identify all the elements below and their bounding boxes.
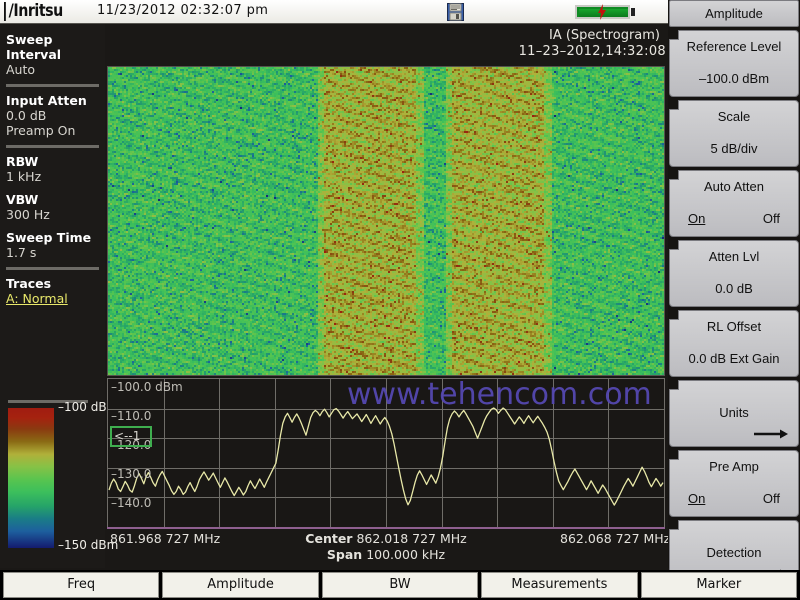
sweep-time-label: Sweep Time xyxy=(6,230,92,245)
toolbar-button-label: Amplitude xyxy=(207,577,274,592)
divider xyxy=(6,145,99,148)
softkey-value: 5 dB/div xyxy=(710,141,758,156)
toolbar-button-freq[interactable]: Freq xyxy=(3,572,160,598)
spectrum-trace-plot[interactable]: –100.0 dBm –110.0 –120.0 –130.0 –140.0 <… xyxy=(107,377,665,528)
softkey-value: –100.0 dBm xyxy=(698,71,770,86)
toolbar-button-label: Measurements xyxy=(511,577,608,592)
center-frequency-readout: Center 862.018 727 MHz xyxy=(107,531,665,546)
traces-label: Traces xyxy=(6,276,52,291)
sidebar-group-sweep-time: Sweep Time 1.7 s xyxy=(0,230,105,260)
toggle-on-option[interactable]: On xyxy=(688,491,705,506)
rbw-label: RBW xyxy=(6,154,39,169)
input-atten-value: 0.0 dB xyxy=(6,108,47,123)
y-label-4: –140.0 xyxy=(111,496,152,510)
system-datetime: 11/23/2012 02:32:07 pm xyxy=(97,3,269,18)
sweep-interval-value: Auto xyxy=(6,62,36,77)
watermark-text: www.tehencom.com xyxy=(347,377,652,412)
plot-bottom-rule xyxy=(107,527,665,529)
softkey-label: RL Offset xyxy=(706,319,762,334)
toolbar-button-bw[interactable]: BW xyxy=(321,572,479,598)
softkey-label: Pre Amp xyxy=(709,459,759,474)
toggle-on-option[interactable]: On xyxy=(688,211,705,226)
toolbar-button-measurements[interactable]: Measurements xyxy=(481,572,638,598)
bottom-toolbar: Freq Amplitude BW Measurements Marker xyxy=(0,570,800,600)
y-label-0: –100.0 dBm xyxy=(111,380,183,394)
softkey-pre-amp[interactable]: Pre Amp On Off xyxy=(669,450,799,517)
input-atten-label: Input Atten xyxy=(6,93,87,108)
sidebar-group-input-atten: Input Atten 0.0 dB Preamp On xyxy=(0,93,105,138)
divider xyxy=(6,267,99,270)
vbw-label: VBW xyxy=(6,192,39,207)
measurement-mode-label: IA (Spectrogram) xyxy=(549,28,660,43)
divider xyxy=(6,84,99,87)
softkey-reference-level[interactable]: Reference Level –100.0 dBm xyxy=(669,30,799,97)
sidebar-group-traces: Traces A: Normal xyxy=(0,276,105,306)
y-label-3: –130.0 xyxy=(111,467,152,481)
instrument-screen: /Inritsu 11/23/2012 02:32:07 pm Sweep In… xyxy=(0,0,800,600)
spectrogram-color-legend: –100 dBm –150 dBm xyxy=(8,400,118,552)
toggle-off-option[interactable]: Off xyxy=(763,211,780,226)
softkey-label: Auto Atten xyxy=(704,179,764,194)
color-gradient-bar xyxy=(8,408,54,548)
toolbar-button-amplitude[interactable]: Amplitude xyxy=(162,572,319,598)
softkey-rl-offset[interactable]: RL Offset 0.0 dB Ext Gain xyxy=(669,310,799,377)
softkey-scale[interactable]: Scale 5 dB/div xyxy=(669,100,799,167)
spectrogram-waterfall[interactable] xyxy=(107,66,665,376)
softkey-value: 0.0 dB Ext Gain xyxy=(688,351,780,366)
sweep-timestamp: 11–23–2012,14:32:08 xyxy=(518,44,666,59)
center-frequency-caption: Center xyxy=(305,531,353,546)
toggle-off-option[interactable]: Off xyxy=(763,491,780,506)
softkey-label: Units xyxy=(719,405,749,420)
softkey-value: 0.0 dB xyxy=(715,281,753,296)
marker-1-label: <--1 xyxy=(114,429,141,443)
center-frequency-value: 862.018 727 MHz xyxy=(356,531,467,546)
softkey-label: Reference Level xyxy=(686,39,782,54)
softkey-label: Atten Lvl xyxy=(708,249,760,264)
sweep-time-value: 1.7 s xyxy=(6,245,37,260)
preamp-state: Preamp On xyxy=(6,123,76,138)
sidebar-group-rbw: RBW 1 kHz xyxy=(0,154,105,184)
softkey-label: Scale xyxy=(717,109,751,124)
softkey-label: Detection xyxy=(706,545,762,560)
arrow-right-icon xyxy=(754,429,788,439)
rbw-value: 1 kHz xyxy=(6,169,42,184)
softkey-menu: Amplitude Reference Level –100.0 dBm Sca… xyxy=(668,0,800,587)
vbw-value: 300 Hz xyxy=(6,207,50,222)
toolbar-button-label: Marker xyxy=(696,577,742,592)
sidebar-group-sweep-interval: Sweep Interval Auto xyxy=(0,32,105,77)
toolbar-button-label: Freq xyxy=(67,577,96,592)
battery-charging-icon xyxy=(575,4,635,20)
sidebar-group-vbw: VBW 300 Hz xyxy=(0,192,105,222)
trace-a-state[interactable]: A: Normal xyxy=(6,291,99,306)
softkey-units[interactable]: Units xyxy=(669,380,799,447)
toolbar-button-marker[interactable]: Marker xyxy=(640,572,797,598)
span-readout: Span 100.000 kHz xyxy=(107,547,665,562)
menu-header-amplitude: Amplitude xyxy=(669,0,799,27)
marker-1-readout[interactable]: <--1 xyxy=(110,426,152,447)
toolbar-button-label: BW xyxy=(389,577,411,592)
y-label-1: –110.0 xyxy=(111,409,152,423)
softkey-auto-atten[interactable]: Auto Atten On Off xyxy=(669,170,799,237)
span-caption: Span xyxy=(326,547,363,562)
softkey-atten-lvl[interactable]: Atten Lvl 0.0 dB xyxy=(669,240,799,307)
span-value: 100.000 kHz xyxy=(366,547,446,562)
sweep-interval-label: Sweep Interval xyxy=(6,32,62,62)
anritsu-logo: /Inritsu xyxy=(4,2,84,21)
floppy-disk-icon[interactable] xyxy=(447,3,464,21)
